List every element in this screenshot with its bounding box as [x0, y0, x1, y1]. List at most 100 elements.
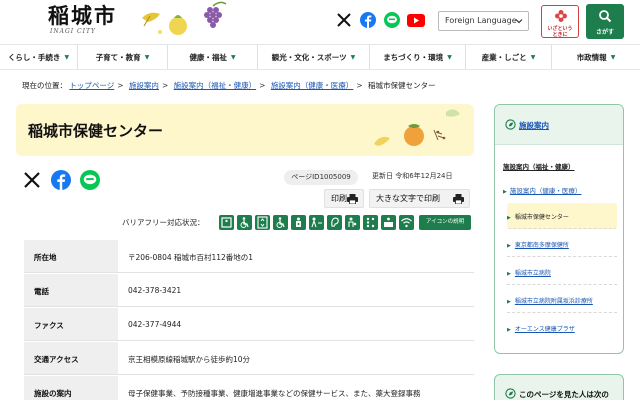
baby-changing-icon [309, 215, 324, 230]
site-header: 稲城市 INAGI CITY Foreign Language いざという とき… [0, 0, 640, 44]
sidebar-subcategory[interactable]: ▶ 施設案内（健康・医療） [503, 185, 617, 195]
row-header-address: 所在地 [34, 253, 57, 262]
chevron-down-icon: ▼ [530, 53, 536, 61]
emergency-button[interactable]: いざという ときに [541, 5, 579, 38]
search-icon [599, 10, 612, 23]
sidebar-item-owens-plaza[interactable]: ▶ オーエンス健康プラザ [507, 315, 617, 341]
wifi-icon [399, 215, 414, 230]
triangle-right-icon: ▶ [503, 189, 507, 195]
nav-item-town[interactable]: まちづくり・環境 ▼ [370, 45, 466, 69]
row-header-services: 施設の案内 [34, 389, 72, 398]
search-label: さがす [595, 29, 614, 36]
logo-text: 稲城市 [48, 3, 117, 28]
printer-icon [453, 194, 464, 204]
row-value-phone: 042-378-3421 [128, 286, 182, 295]
triangle-right-icon: ▶ [507, 243, 511, 249]
nav-item-industry[interactable]: 産業・しごと ▼ [466, 45, 552, 69]
share-x-icon[interactable] [22, 170, 42, 190]
header-decoration-icon [142, 1, 227, 35]
triangle-right-icon: ▶ [507, 299, 511, 305]
language-select[interactable]: Foreign Language [438, 11, 529, 31]
persimmon-decoration-icon [374, 109, 460, 146]
triangle-right-icon: ▶ [507, 327, 511, 333]
nav-item-tourism[interactable]: 観光・文化・スポーツ ▼ [258, 45, 370, 69]
sidebar-category[interactable]: 施設案内（福祉・健康） [503, 161, 617, 171]
row-header-phone: 電話 [34, 287, 49, 296]
sidebar-facility-menu: 施設案内 施設案内（福祉・健康） ▶ 施設案内（健康・医療） ▶ 稲城市保健センター… [494, 104, 624, 354]
table-row: 所在地 〒206-0804 稲城市百村112番地の1 [24, 240, 474, 273]
sidebar-heading[interactable]: 施設案内 [519, 120, 549, 131]
page-title-box: 稲城市保健センター [16, 104, 474, 156]
leaf-circle-icon [505, 119, 516, 130]
sidebar-item-city-hospital[interactable]: ▶ 稲城市立病院 [507, 259, 617, 285]
chevron-down-icon: ▼ [230, 53, 236, 61]
nursing-room-icon [345, 215, 360, 230]
sidebar-heading-box: 施設案内 [495, 105, 623, 145]
youtube-icon[interactable] [407, 12, 425, 28]
chevron-down-icon [515, 19, 523, 24]
sidebar-related-box: このページを見た人は次の [494, 374, 624, 400]
facebook-icon[interactable] [360, 12, 376, 28]
row-value-address: 〒206-0804 稲城市百村112番地の1 [128, 253, 254, 262]
x-icon[interactable] [336, 12, 352, 28]
emergency-label-2: ときに [552, 32, 568, 38]
logo-subtext: INAGI CITY [50, 28, 96, 35]
sidebar-item-health-center[interactable]: ▶ 稲城市保健センター [507, 203, 617, 229]
page-title: 稲城市保健センター [28, 122, 164, 140]
breadcrumb-link-facilities[interactable]: 施設案内 [129, 81, 159, 90]
wheelchair-entrance-icon [237, 215, 252, 230]
search-button[interactable]: さがす [586, 4, 624, 39]
sidebar-item-sakahama-clinic[interactable]: ▶ 稲城市立病院附属坂浜診療所 [507, 287, 617, 313]
printer-icon [347, 194, 358, 204]
parking-accessible-icon [219, 215, 234, 230]
chevron-down-icon: ▼ [144, 53, 150, 61]
language-label: Foreign Language [445, 16, 517, 25]
braille-guide-icon [363, 215, 378, 230]
row-value-access: 京王相模原線稲城駅から徒歩約10分 [128, 355, 251, 364]
table-row: 交通アクセス 京王相模原線稲城駅から徒歩約10分 [24, 342, 474, 375]
breadcrumb-link-top[interactable]: トップページ [69, 81, 114, 90]
chevron-down-icon: ▼ [610, 53, 616, 61]
row-value-fax: 042-377-4944 [128, 320, 182, 329]
breadcrumb-prefix: 現在の位置： [22, 81, 67, 90]
site-logo[interactable]: 稲城市 INAGI CITY [48, 4, 128, 40]
nav-item-health[interactable]: 健康・福祉 ▼ [168, 45, 258, 69]
print-label: 印刷 [331, 194, 347, 203]
sidebar-item-minamitama[interactable]: ▶ 東京都南多摩保健所 [507, 231, 617, 257]
global-nav: くらし・手続き ▼ 子育て・教育 ▼ 健康・福祉 ▼ 観光・文化・スポーツ ▼ まちづく… [0, 44, 640, 70]
accessible-toilet-icon [273, 215, 288, 230]
page-id-badge: ページID1005009 [284, 170, 358, 185]
elevator-icon [255, 215, 270, 230]
share-line-icon[interactable] [80, 170, 100, 190]
row-header-access: 交通アクセス [34, 355, 79, 364]
breadcrumb: 現在の位置： トップページ > 施設案内 > 施設案内（福祉・健康） > 施設案内（健… [22, 81, 436, 90]
table-row: 施設の案内 母子保健事業、予防接種事業、健康増進事業などの保健サービス、また、薬… [24, 376, 474, 400]
chevron-down-icon: ▼ [64, 53, 70, 61]
hearing-assist-icon [327, 215, 342, 230]
breadcrumb-link-welfare[interactable]: 施設案内（福祉・健康） [174, 81, 257, 90]
row-header-fax: ファクス [34, 321, 64, 330]
breadcrumb-current: 稲城市保健センター [368, 81, 436, 90]
print-large-text-button[interactable]: 大きな文字で印刷 [369, 189, 470, 208]
facility-info-table: 所在地 〒206-0804 稲城市百村112番地の1 電話 042-378-34… [24, 240, 474, 400]
updated-date: 更新日 令和6年12月24日 [372, 172, 453, 180]
share-facebook-icon[interactable] [51, 170, 71, 190]
emergency-icon [555, 10, 567, 22]
triangle-right-icon: ▶ [507, 271, 511, 277]
nav-item-city-info[interactable]: 市政情報 ▼ [552, 45, 640, 69]
line-icon[interactable] [384, 12, 400, 28]
breadcrumb-link-medical[interactable]: 施設案内（健康・医療） [271, 81, 354, 90]
page: 稲城市 INAGI CITY Foreign Language いざという とき… [0, 0, 640, 400]
nav-item-living[interactable]: くらし・手続き ▼ [0, 45, 78, 69]
table-row: ファクス 042-377-4944 [24, 308, 474, 341]
accessible-counter-icon [381, 215, 396, 230]
print-large-label: 大きな文字で印刷 [376, 194, 440, 203]
chevron-down-icon: ▼ [350, 53, 356, 61]
nav-item-childcare[interactable]: 子育て・教育 ▼ [78, 45, 168, 69]
icon-legend-link[interactable]: アイコンの説明 [419, 215, 471, 230]
row-value-services: 母子保健事業、予防接種事業、健康増進事業などの保健サービス、また、薬大登録事務 [128, 389, 421, 398]
triangle-right-icon: ▶ [507, 215, 511, 221]
print-button[interactable]: 印刷 [324, 189, 364, 208]
ostomate-icon [291, 215, 306, 230]
leaf-circle-icon [505, 388, 516, 399]
